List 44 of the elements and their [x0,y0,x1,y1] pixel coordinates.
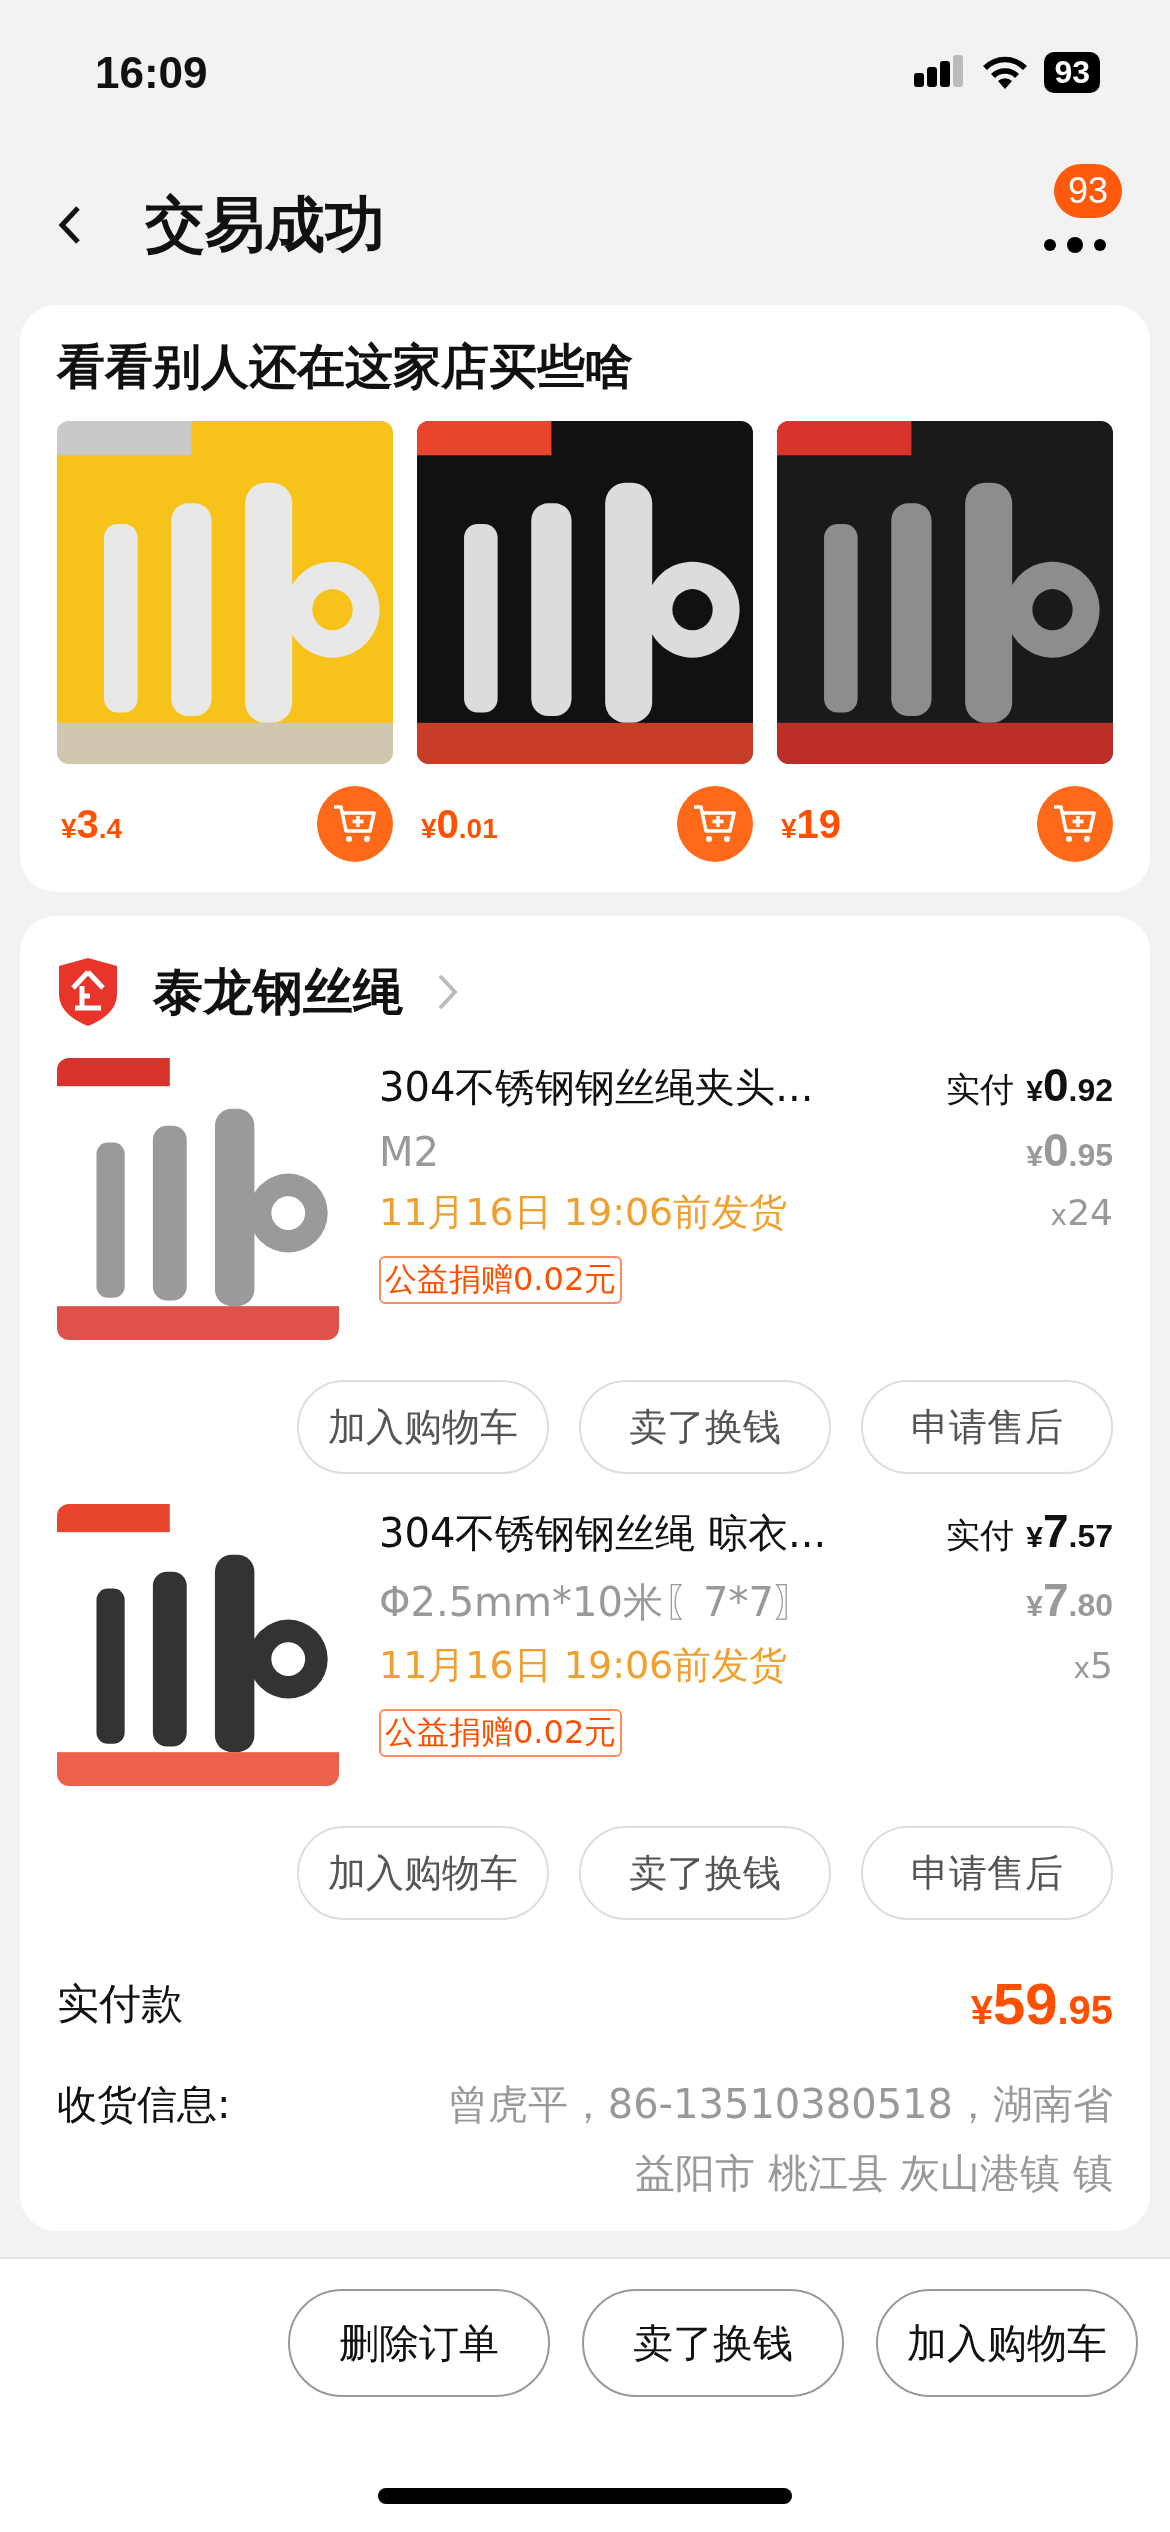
action-button[interactable]: 申请售后 [861,1826,1113,1920]
paid-label: 实付 [946,1068,1015,1111]
action-button[interactable]: 加入购物车 [297,1826,549,1920]
address-text: 益阳市 桃江县 灰山港镇 镇 [634,2149,1113,2198]
cart-icon [1052,803,1098,845]
action-button[interactable]: 卖了换钱 [582,2289,844,2397]
shop-name[interactable]: 泰龙钢丝绳 [153,958,403,1026]
total-price: ¥59.95 [970,1970,1113,2037]
action-button[interactable]: 加入购物车 [297,1380,549,1474]
notification-badge: 93 [1053,164,1122,218]
donation-tag: 公益捐赠0.02元 [379,1256,623,1304]
donation-tag: 公益捐赠0.02元 [379,1709,623,1757]
action-button[interactable]: 加入购物车 [876,2289,1138,2397]
product-title[interactable]: 304不锈钢钢丝绳 晾衣... [379,1506,827,1561]
paid-price: ¥0.92 [1026,1058,1113,1112]
action-button[interactable]: 申请售后 [861,1380,1113,1474]
shipping-note: 11月16日 19:06前发货 [379,1642,788,1689]
address-label: 收货信息: [57,2080,231,2129]
page-title: 交易成功 [145,187,386,261]
status-time: 16:09 [95,47,208,98]
product-price: ¥3.4 [61,801,123,847]
total-label: 实付款 [57,1977,183,2030]
shipping-note: 11月16日 19:06前发货 [379,1189,788,1236]
cart-icon [332,803,378,845]
original-price: ¥0.95 [1026,1123,1113,1177]
product-price: ¥19 [781,801,842,847]
product-price: ¥0.01 [421,801,498,847]
action-button[interactable]: 卖了换钱 [579,1826,831,1920]
section-title: 看看别人还在这家店买些啥 [57,337,634,396]
paid-price: ¥7.57 [1026,1504,1113,1558]
paid-label: 实付 [946,1514,1015,1557]
product-title[interactable]: 304不锈钢钢丝绳夹头... [379,1060,814,1115]
product-spec: M2 [379,1129,439,1175]
quantity: x24 [1050,1192,1113,1233]
original-price: ¥7.80 [1026,1573,1113,1627]
product-spec: Φ2.5mm*10米〖7*7〗 [379,1578,814,1627]
action-button[interactable]: 删除订单 [288,2289,550,2397]
shield-icon [57,956,119,1028]
chevron-icon [437,973,459,1011]
battery-level: 93 [1044,52,1100,93]
address-text: 曾虎平，86-13510380518，湖南省 [447,2080,1113,2129]
cart-icon [692,803,738,845]
action-button[interactable]: 卖了换钱 [579,1380,831,1474]
quantity: x5 [1073,1645,1113,1686]
